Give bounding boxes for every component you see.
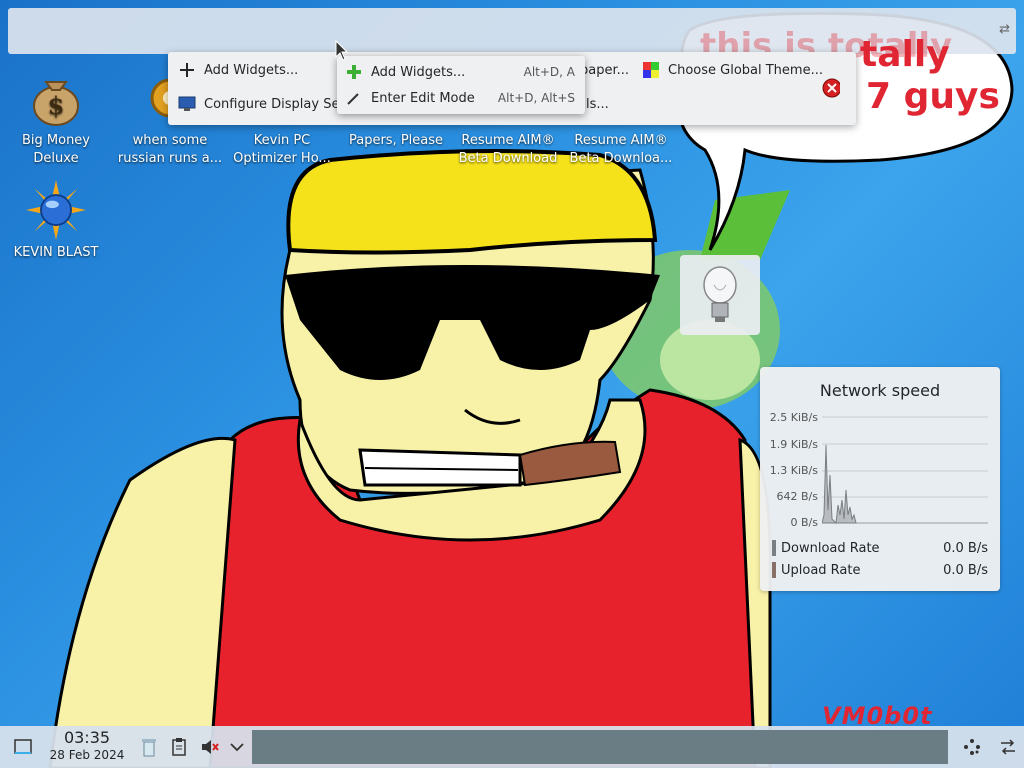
trash-icon (142, 739, 156, 757)
legend-download: Download Rate 0.0 B/s (772, 538, 988, 558)
money-bag-icon: $ (26, 68, 86, 128)
ctx-configure-display[interactable]: Configure Display Setti (178, 90, 338, 118)
display-settings-icon (178, 95, 196, 113)
submenu-enter-edit-mode[interactable]: Enter Edit Mode Alt+D, Alt+S (345, 85, 575, 111)
lightbulb-widget[interactable] (680, 255, 760, 335)
clipboard-button[interactable] (166, 726, 192, 768)
network-widget-title: Network speed (819, 381, 941, 400)
panel-configure-icon[interactable]: ⇄ (999, 22, 1010, 37)
volume-muted-icon (202, 740, 219, 754)
ctx-wallpaper[interactable]: paper... (580, 56, 629, 84)
desktop-icon-label: Papers, Please (348, 133, 444, 148)
clock-date: 28 Feb 2024 (49, 748, 125, 762)
desktop-icon-label: Resume AIM® Beta Download (458, 133, 558, 166)
ctx-global-theme[interactable]: Choose Global Theme... (642, 56, 823, 84)
network-speed-graph (822, 416, 988, 525)
submenu-enter-edit-mode-label: Enter Edit Mode (371, 90, 475, 106)
close-icon (822, 78, 840, 98)
theme-icon (642, 61, 660, 79)
y-axis-label: 1.9 KiB/s (769, 438, 818, 451)
panel-configure-icon (1001, 739, 1015, 755)
ctx-configure-display-label: Configure Display Setti (204, 96, 338, 112)
bottom-panel: 03:35 28 Feb 2024 (0, 726, 1024, 768)
legend-upload-value: 0.0 B/s (943, 562, 988, 578)
chevron-down-icon (230, 743, 244, 752)
legend-upload: Upload Rate 0.0 B/s (772, 560, 988, 580)
desktop-icon-kevin-blast[interactable]: KEVIN BLAST (0, 180, 112, 262)
desktop-icon-big-money[interactable]: $ Big Money Deluxe (0, 68, 112, 168)
lightbulb-icon (703, 266, 737, 322)
activity-switcher-button[interactable] (958, 726, 986, 768)
legend-swatch (772, 562, 776, 578)
show-desktop-icon (14, 739, 32, 754)
svg-text:$: $ (48, 91, 65, 120)
y-axis-label: 642 B/s (776, 490, 818, 503)
clipboard-icon (172, 738, 186, 756)
mouse-cursor-icon (335, 40, 349, 61)
edit-icon (345, 89, 363, 107)
ctx-global-theme-label: Choose Global Theme... (668, 62, 823, 78)
y-axis-label: 1.3 KiB/s (769, 464, 818, 477)
desktop-icon-label: Resume AIM® Beta Downloa... (569, 133, 673, 166)
ctx-partial-item[interactable]: ls... (586, 90, 609, 118)
panel-configure-button[interactable] (994, 726, 1022, 768)
speech-bubble-line2: 7 guys (866, 76, 1000, 117)
legend-swatch (772, 540, 776, 556)
ctx-wallpaper-label: paper... (580, 62, 630, 78)
activities-icon (964, 739, 980, 755)
green-plus-icon (345, 63, 363, 81)
desktop-icon-label: KEVIN BLAST (13, 245, 99, 260)
ctx-close-button[interactable] (822, 74, 840, 102)
submenu-enter-edit-mode-shortcut: Alt+D, Alt+S (497, 91, 575, 105)
legend-download-label: Download Rate (781, 540, 880, 556)
plus-icon (178, 61, 196, 79)
speech-bubble-fragment: tally (860, 34, 950, 75)
y-axis-label: 2.5 KiB/s (769, 411, 818, 424)
ctx-add-widgets[interactable]: Add Widgets... (178, 56, 298, 84)
clock-time: 03:35 (63, 728, 111, 747)
digital-clock[interactable]: 03:35 28 Feb 2024 (44, 728, 130, 762)
desktop-icon-label: Big Money Deluxe (21, 133, 90, 166)
volume-button[interactable] (196, 726, 222, 768)
y-axis-label: 0 B/s (790, 516, 818, 529)
sun-globe-icon (26, 180, 86, 240)
desktop-icon-label: Kevin PC Optimizer Ho... (233, 133, 331, 166)
desktop-icon-label: when some russian runs a... (117, 133, 223, 166)
legend-upload-label: Upload Rate (781, 562, 861, 578)
submenu-add-widgets-shortcut: Alt+D, A (523, 65, 575, 79)
task-manager-area[interactable] (252, 730, 948, 764)
legend-download-value: 0.0 B/s (943, 540, 988, 556)
submenu-add-widgets[interactable]: Add Widgets... Alt+D, A (345, 59, 575, 85)
trash-button[interactable] (136, 726, 162, 768)
network-speed-widget[interactable]: Network speed 2.5 KiB/s 1.9 KiB/s 1.3 Ki… (760, 367, 1000, 591)
system-tray-expand-button[interactable] (226, 726, 248, 768)
ctx-add-widgets-label: Add Widgets... (204, 62, 299, 78)
ctx-partial-item-label: ls... (586, 96, 609, 112)
submenu-add-widgets-label: Add Widgets... (371, 64, 466, 80)
show-desktop-button[interactable] (4, 726, 42, 768)
add-widgets-submenu: Add Widgets... Alt+D, A Enter Edit Mode … (337, 56, 585, 114)
